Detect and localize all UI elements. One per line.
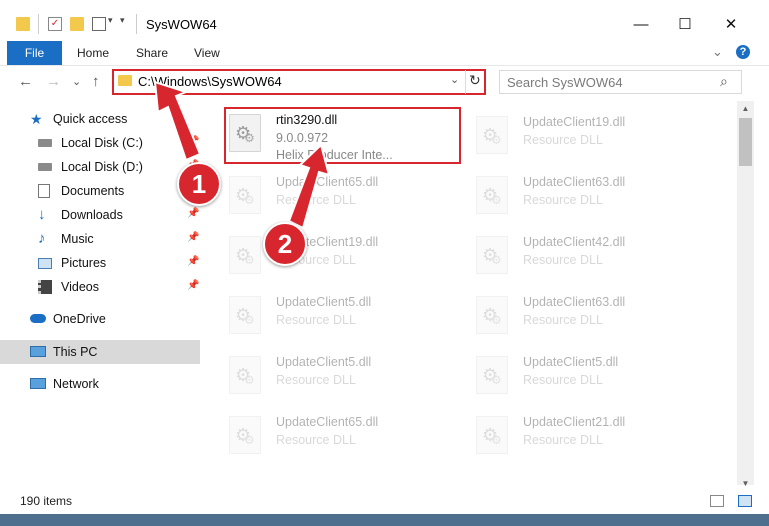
step-badge-1: 1 [177, 162, 221, 206]
arrow-to-address-bar [153, 80, 202, 162]
arrow-to-file [287, 143, 331, 230]
step-badge-2: 2 [263, 222, 307, 266]
annotation-arrows [153, 80, 331, 230]
